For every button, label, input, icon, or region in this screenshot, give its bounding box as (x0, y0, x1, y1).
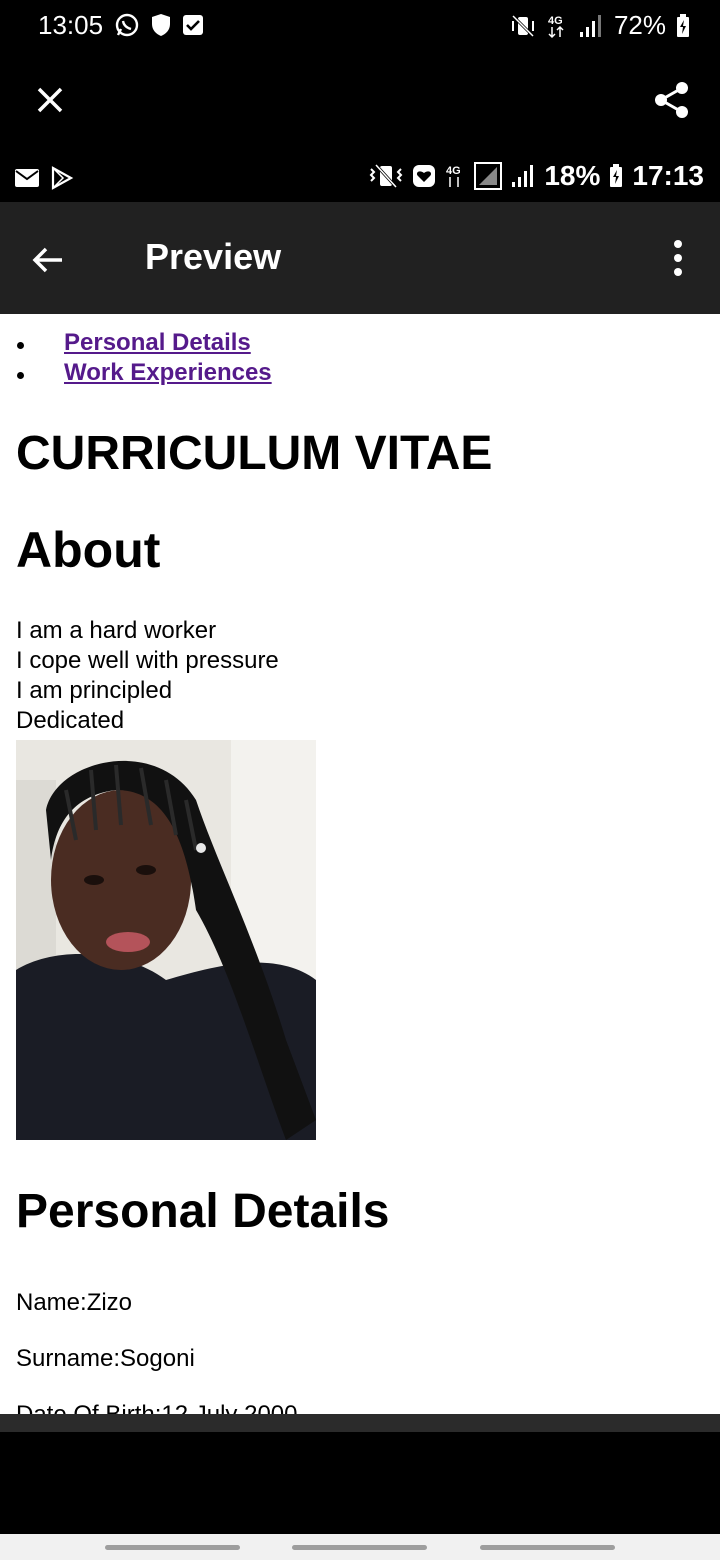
app-bar-title: Preview (145, 236, 282, 277)
section-nav-list: Personal Details Work Experiences (0, 328, 720, 388)
about-line: I am a hard worker (16, 617, 217, 644)
status-time: 13:05 (38, 10, 104, 40)
vibrate-icon (510, 13, 536, 39)
cv-title: CURRICULUM VITAE (16, 427, 493, 480)
viewer-toolbar (0, 52, 720, 156)
outer-status-bar: 13:05 4G 72% (0, 0, 720, 52)
inner-status-bar: 4G 18% 17:13 (0, 156, 720, 202)
nav-recents-indicator[interactable] (105, 1545, 240, 1550)
link-personal-details[interactable]: Personal Details (64, 329, 251, 356)
viewer-bottom-area (0, 1432, 720, 1534)
detail-surname: Surname:Sogoni (16, 1345, 195, 1372)
signal-icon (578, 14, 604, 38)
about-line: I cope well with pressure (16, 647, 279, 674)
personal-details-list: Name:Zizo Surname:Sogoni Date Of Birth:1… (0, 1288, 720, 1414)
whatsapp-icon (114, 12, 140, 38)
about-text: I am a hard worker I cope well with pres… (16, 616, 720, 736)
svg-text:4G: 4G (548, 15, 563, 27)
bottom-divider (0, 1414, 720, 1432)
link-work-experiences[interactable]: Work Experiences (64, 359, 272, 386)
nav-home-indicator[interactable] (292, 1545, 427, 1550)
about-line: I am principled (16, 677, 173, 704)
share-icon[interactable] (652, 80, 692, 120)
battery-percent: 18% (544, 160, 601, 191)
svg-text:4G: 4G (446, 165, 461, 177)
battery-icon (608, 164, 624, 188)
play-store-icon (50, 166, 74, 190)
nav-back-indicator[interactable] (480, 1545, 615, 1550)
signal-icon (510, 164, 536, 188)
about-heading: About (16, 522, 161, 578)
system-navigation-bar (0, 1534, 720, 1560)
checkbox-icon (182, 14, 204, 36)
webview-content: Personal Details Work Experiences CURRIC… (0, 314, 720, 1414)
vibrate-icon (368, 163, 404, 189)
personal-details-heading: Personal Details (16, 1185, 390, 1238)
battery-percent: 72% (613, 10, 666, 40)
profile-photo (16, 740, 316, 1140)
more-options-icon[interactable] (666, 238, 690, 278)
battery-icon (676, 13, 690, 38)
shield-icon (150, 13, 172, 37)
4g-icon: 4G (444, 163, 466, 189)
mail-icon (14, 167, 40, 189)
signal-box-icon (474, 162, 503, 190)
heart-icon (412, 164, 436, 188)
list-item: Personal Details (0, 328, 720, 358)
status-time: 17:13 (632, 160, 704, 191)
detail-date-of-birth: Date Of Birth:12 July 2000 (16, 1400, 720, 1414)
4g-icon: 4G (546, 13, 568, 39)
back-arrow-icon[interactable] (28, 240, 68, 280)
about-line: Dedicated (16, 707, 125, 734)
list-item: Work Experiences (0, 358, 720, 388)
close-icon[interactable] (30, 80, 70, 120)
app-bar: Preview (0, 202, 720, 314)
detail-name: Name:Zizo (16, 1289, 133, 1316)
